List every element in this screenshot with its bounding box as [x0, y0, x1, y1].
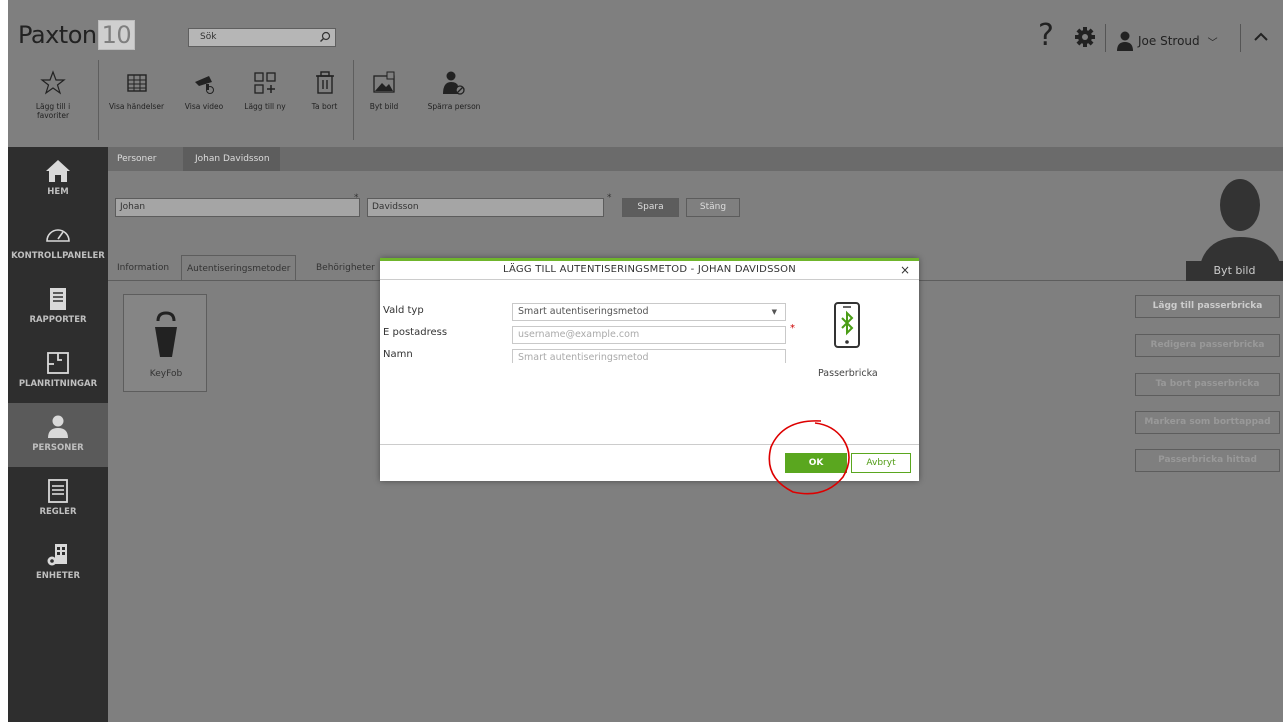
- name-label: Namn: [383, 349, 413, 360]
- breadcrumb-current: Johan Davidsson: [183, 147, 280, 171]
- first-name-field[interactable]: Johan: [115, 198, 360, 217]
- view-events-button[interactable]: Visa händelser: [99, 60, 174, 140]
- type-select[interactable]: Smart autentiseringsmetod ▼: [512, 303, 786, 321]
- keyfob-icon: [155, 311, 177, 357]
- sidebar-item-home[interactable]: HEM: [8, 147, 108, 211]
- search-input[interactable]: Sök: [188, 28, 336, 47]
- sidebar-item-dashboards[interactable]: KONTROLLPANELER: [8, 211, 108, 275]
- gear-icon[interactable]: [1074, 26, 1096, 48]
- user-icon: [1117, 31, 1133, 51]
- name-field[interactable]: Smart autentiseringsmetod: [512, 349, 786, 363]
- toolbar: Lägg till i favoriter Visa händelser Vis…: [8, 60, 494, 140]
- bluetooth-phone-icon: [834, 302, 860, 348]
- mark-lost-button[interactable]: Markera som borttappad: [1135, 411, 1280, 434]
- delete-button[interactable]: Ta bort: [296, 60, 354, 140]
- devices-icon: [47, 544, 67, 566]
- required-mark: *: [790, 323, 795, 334]
- sidebar-item-persons[interactable]: PERSONER: [8, 403, 108, 467]
- cancel-button[interactable]: Avbryt: [851, 453, 911, 473]
- change-image-button[interactable]: Byt bild: [354, 60, 414, 140]
- header: Paxton 10 Sök ? Joe Stroud ﹀ Lägg till i …: [8, 0, 1283, 147]
- email-label: E postadress: [383, 327, 448, 338]
- breadcrumb: Personer Johan Davidsson: [108, 147, 1283, 171]
- chevron-down-icon: ▼: [771, 308, 777, 316]
- user-menu[interactable]: Joe Stroud ﹀: [1116, 27, 1218, 55]
- tab-authentication-methods[interactable]: Autentiseringsmetoder: [181, 255, 297, 281]
- ok-button[interactable]: OK: [785, 453, 847, 473]
- star-icon: [40, 70, 66, 95]
- keyfob-card[interactable]: KeyFob: [123, 294, 207, 392]
- block-person-button[interactable]: Spärra person: [414, 60, 494, 140]
- sidebar: HEM KONTROLLPANELER RAPPORTER PLANRITNIN…: [8, 147, 108, 722]
- change-photo-button[interactable]: Byt bild: [1186, 261, 1283, 281]
- camera-icon: [195, 76, 214, 94]
- search-label: Sök: [200, 32, 217, 42]
- email-field[interactable]: username@example.com: [512, 326, 786, 344]
- trash-icon: [315, 71, 334, 94]
- floorplan-icon: [47, 352, 69, 374]
- dashboard-icon: [46, 229, 70, 242]
- sidebar-item-devices[interactable]: ENHETER: [8, 531, 108, 595]
- person-icon: [48, 415, 68, 438]
- tab-permissions[interactable]: Behörigheter: [311, 255, 380, 281]
- rules-icon: [48, 479, 68, 503]
- required-mark: *: [607, 193, 612, 203]
- keyfob-label: KeyFob: [149, 369, 183, 379]
- divider: [380, 444, 919, 445]
- add-grid-icon: [254, 72, 276, 94]
- tool-label: Spärra person: [427, 102, 481, 111]
- divider: [1105, 24, 1106, 52]
- tool-label: Visa händelser: [108, 102, 165, 111]
- tool-label: Lägg till ny: [244, 102, 286, 111]
- divider: [380, 279, 919, 280]
- token-found-button[interactable]: Passerbricka hittad: [1135, 449, 1280, 472]
- tool-label: Byt bild: [369, 102, 399, 111]
- chevron-down-icon: ﹀: [1207, 37, 1218, 49]
- dialog-title: LÄGG TILL AUTENTISERINGSMETOD - JOHAN DA…: [503, 264, 796, 275]
- add-token-button[interactable]: Lägg till passerbricka: [1135, 295, 1280, 318]
- edit-token-button[interactable]: Redigera passerbricka: [1135, 334, 1280, 357]
- collapse-icon[interactable]: [1250, 26, 1272, 48]
- view-video-button[interactable]: Visa video: [174, 60, 234, 140]
- help-icon[interactable]: ?: [1038, 18, 1054, 53]
- save-button[interactable]: Spara: [622, 198, 679, 217]
- type-value: Smart autentiseringsmetod: [518, 306, 649, 317]
- home-icon: [46, 160, 70, 182]
- events-icon: [126, 74, 147, 92]
- tool-label: Visa video: [184, 102, 224, 111]
- breadcrumb-persons[interactable]: Personer: [117, 147, 156, 171]
- image-icon: [373, 71, 395, 93]
- divider: [1240, 24, 1241, 52]
- close-button[interactable]: Stäng: [686, 198, 740, 217]
- add-new-button[interactable]: Lägg till ny: [234, 60, 296, 140]
- tab-information[interactable]: Information: [112, 255, 174, 281]
- sidebar-item-floorplans[interactable]: PLANRITNINGAR: [8, 339, 108, 403]
- search-icon[interactable]: [319, 31, 331, 43]
- sidebar-item-rules[interactable]: REGLER: [8, 467, 108, 531]
- add-favorite-button[interactable]: Lägg till i favoriter: [8, 60, 99, 140]
- user-name: Joe Stroud: [1138, 34, 1200, 48]
- device-label: Passerbricka: [818, 368, 878, 379]
- add-auth-method-dialog: LÄGG TILL AUTENTISERINGSMETOD - JOHAN DA…: [380, 258, 919, 481]
- delete-token-button[interactable]: Ta bort passerbricka: [1135, 373, 1280, 396]
- sidebar-item-reports[interactable]: RAPPORTER: [8, 275, 108, 339]
- block-person-icon: [443, 71, 465, 95]
- paxton-logo: Paxton 10: [18, 20, 136, 50]
- type-label: Vald typ: [383, 305, 424, 316]
- report-icon: [50, 288, 66, 310]
- last-name-field[interactable]: Davidsson: [367, 198, 604, 217]
- required-mark: *: [354, 193, 359, 203]
- tool-label: Lägg till i favoriter: [35, 102, 71, 120]
- close-icon[interactable]: ×: [900, 263, 910, 277]
- top-bar: Paxton 10 Sök ? Joe Stroud ﹀: [8, 8, 1283, 58]
- tool-label: Ta bort: [311, 102, 338, 111]
